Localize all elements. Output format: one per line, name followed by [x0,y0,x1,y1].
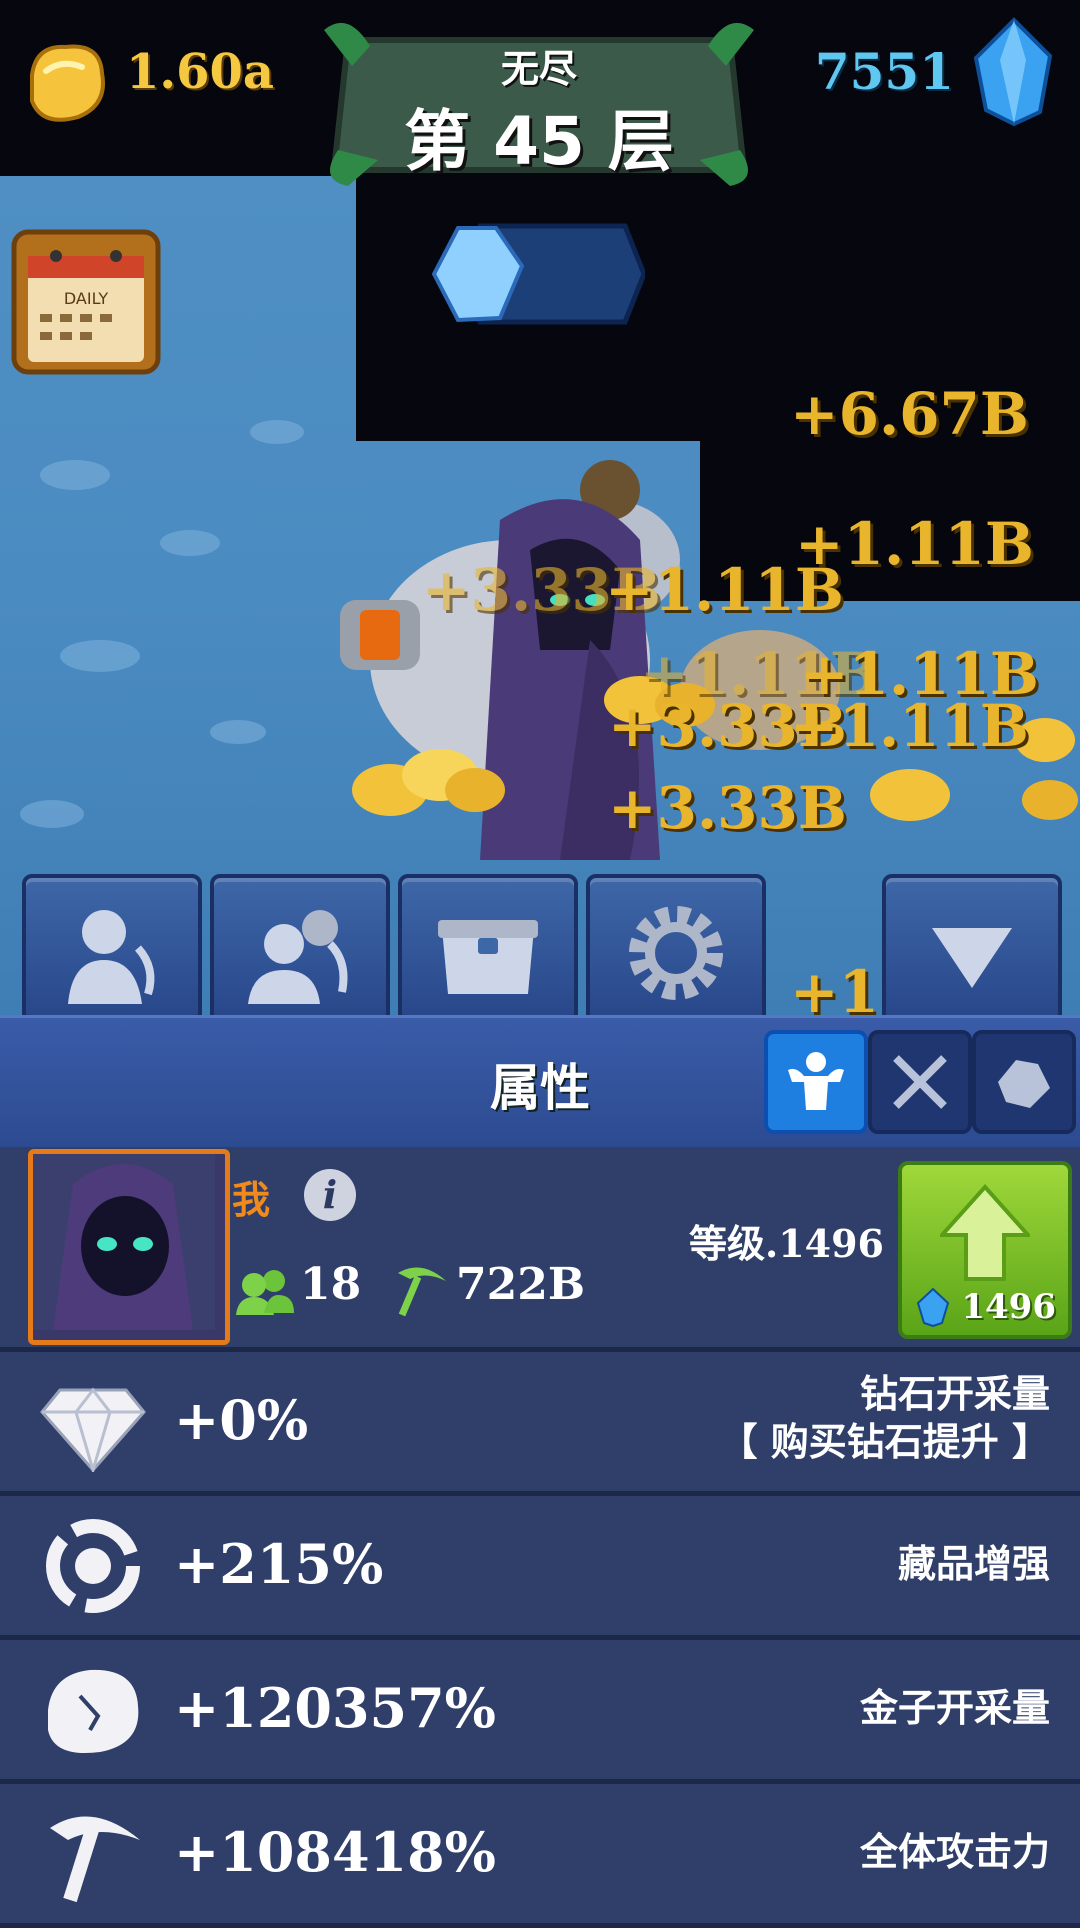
stat-label-main: 钻石开采量 [859,1372,1050,1416]
info-icon[interactable]: i [304,1169,356,1221]
ice-rock [40,460,110,490]
stat-label-hint[interactable]: 【 购买钻石提升 】 [720,1418,1050,1466]
ice-rock [210,720,266,744]
attributes-header: 属性 [0,1015,1080,1150]
level-mode-label: 无尽 [500,47,577,91]
gem-reward-banner[interactable] [430,218,645,330]
ice-rock [20,800,84,828]
reward-popup: +6.67B [790,380,1029,448]
up-arrow-icon [940,1184,1030,1281]
gold-amount: 1.60a [126,44,275,100]
stat-label: 金子开采量 [859,1686,1050,1730]
hero-row: 我 i 18 722B 等级.1496 1496 [0,1147,1080,1352]
stat-row-attack: +108418% 全体攻击力 [0,1784,1080,1928]
game-scene: +6.67B +1.11B +3.33B +1.11B +1.11B +1.11… [0,0,1080,1015]
team-icon [236,1270,294,1315]
stat-row-diamond: +0% 钻石开采量 【 购买钻石提升 】 [0,1352,1080,1496]
settings-button[interactable] [586,874,766,1015]
stat-value: +108418% [174,1820,496,1884]
reaper-avatar [33,1154,215,1330]
ice-rock [160,530,220,556]
tab-weapons[interactable] [868,1030,972,1134]
level-title: 第 45 层 [404,103,674,180]
attributes-panel: 我 i 18 722B 等级.1496 1496 +0% 钻石开采量 【 购买钻… [0,1147,1080,1928]
team-upgrade-button[interactable] [210,874,390,1015]
stat-row-gold: +120357% 金子开采量 [0,1640,1080,1784]
daily-calendar-button[interactable]: DAILY [10,228,162,376]
pickaxe-icon [398,1267,446,1317]
mining-power: 722B [456,1259,586,1310]
stat-value: +120357% [174,1676,496,1740]
hero-name: 我 [232,1178,271,1222]
blue-gem-icon [916,1287,950,1327]
collapse-panel-button[interactable] [882,874,1062,1015]
stat-value: +215% [174,1532,384,1596]
reward-popup: +3.33B [608,774,847,842]
team-count: 18 [300,1259,362,1310]
chest-icon [438,920,538,994]
stat-label: 钻石开采量 【 购买钻石提升 】 [720,1370,1050,1466]
reward-popup: +1.11B [790,692,1029,760]
reward-popup: +1 [790,958,879,1015]
stat-label: 藏品增强 [897,1542,1050,1586]
relic-ring-icon [46,1519,140,1613]
ice-rock [250,420,304,444]
gold-nugget-icon [48,1669,139,1754]
tab-relics[interactable] [972,1030,1076,1134]
hero-level: 等级.1496 [689,1221,884,1266]
chest-button[interactable] [398,874,578,1015]
daily-calendar-label: DAILY [64,289,108,308]
stat-row-relic: +215% 藏品增强 [0,1496,1080,1640]
hero-upgrade-button[interactable] [22,874,202,1015]
diamond-icon [40,1387,146,1472]
gold-coin-pile [352,749,505,816]
gear-icon [629,906,723,1000]
hero-pickaxe-icon [68,910,155,1004]
hero-portrait[interactable] [28,1149,230,1345]
gold-coin-pile [870,769,950,821]
ore-icon [998,1060,1050,1108]
blue-gem-icon [973,17,1053,127]
crossed-swords-icon [893,1055,947,1109]
team-pickaxe-icon [248,910,348,1004]
reward-popup: +1.11B [605,556,844,624]
gem-amount: 7551 [814,42,954,101]
upgrade-cost: 1496 [961,1287,1056,1327]
collapse-arrow-icon [932,928,1012,988]
stat-label: 全体攻击力 [859,1830,1050,1874]
gold-nugget-icon [30,44,105,122]
pickaxe-icon [50,1816,140,1903]
strength-icon [788,1052,844,1110]
tab-attributes[interactable] [764,1030,868,1134]
ice-rock [60,640,140,672]
level-up-button[interactable]: 1496 [898,1161,1072,1339]
stat-value: +0% [174,1388,309,1452]
